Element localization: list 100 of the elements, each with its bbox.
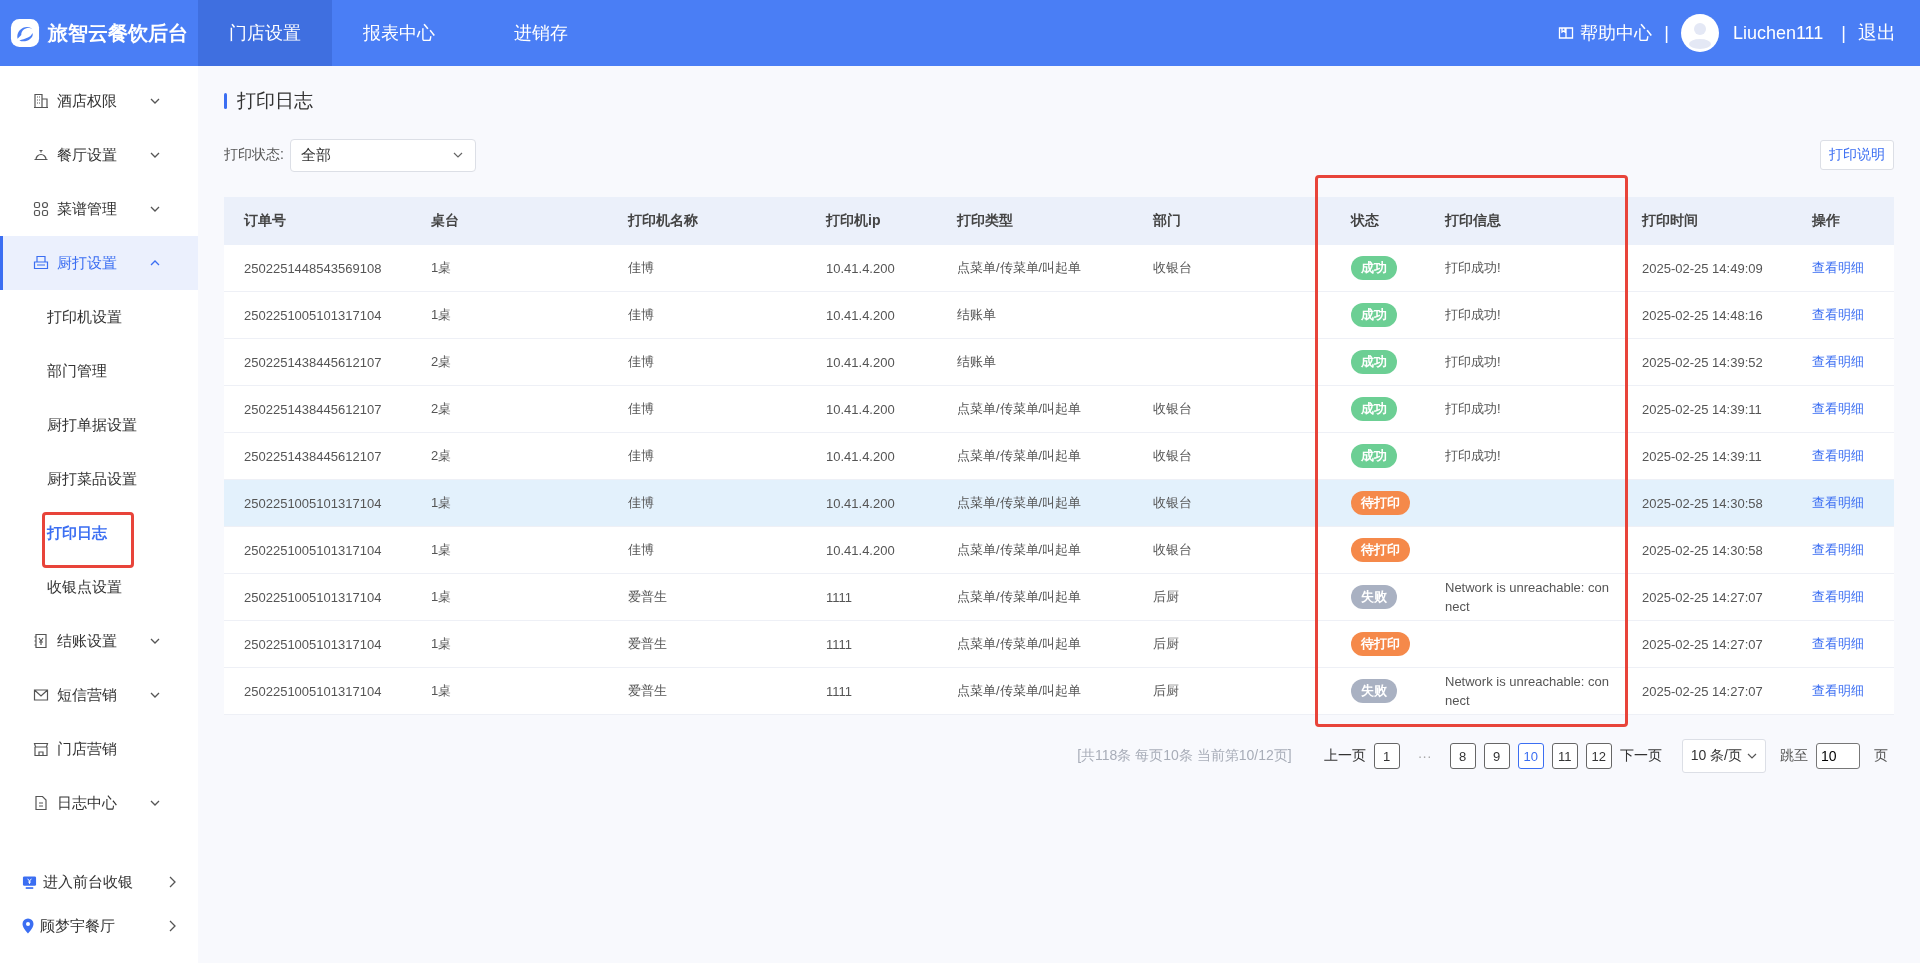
view-details-link[interactable]: 查看明细 (1812, 635, 1864, 653)
status-dropdown[interactable]: 全部 (289, 138, 476, 172)
view-details-link[interactable]: 查看明细 (1812, 447, 1864, 465)
page-button[interactable]: 11 (1551, 743, 1578, 769)
order-number: 2502251438445612107 (244, 354, 382, 370)
sidebar-item[interactable]: 日志中心 (0, 776, 198, 830)
sidebar-item[interactable]: 厨打设置 (0, 236, 198, 290)
printer-ip: 10.41.4.200 (826, 448, 895, 464)
print-message: 打印成功! (1445, 307, 1501, 323)
nav-tab[interactable]: 报表中心 (332, 0, 466, 66)
page-button[interactable]: 1 (1373, 743, 1400, 769)
view-details-link[interactable]: 查看明细 (1812, 588, 1864, 606)
view-details-link[interactable]: 查看明细 (1812, 400, 1864, 418)
department: 后厨 (1153, 636, 1179, 651)
nav-tab[interactable]: 门店设置 (198, 0, 332, 66)
sidebar-item[interactable]: 酒店权限 (0, 74, 198, 128)
separator: | (1664, 22, 1669, 44)
view-details-link[interactable]: 查看明细 (1812, 306, 1864, 324)
printer-name: 佳博 (628, 307, 654, 322)
order-number: 2502251005101317104 (244, 307, 382, 323)
avatar-icon[interactable] (1680, 14, 1719, 52)
chevron-right-icon (169, 920, 176, 932)
chevron-right-icon (169, 876, 176, 888)
page-title: 打印日志 (237, 89, 313, 113)
table-row[interactable]: 2502251005101317104 1桌 佳博 10.41.4.200 点菜单/传菜单/叫起单 收银台 待打印 2025-02-25 14:30:58 查看明细 (224, 480, 1894, 527)
print-time: 2025-02-25 14:49:09 (1642, 260, 1763, 276)
table-row[interactable]: 2502251005101317104 1桌 佳博 10.41.4.200 点菜单/传菜单/叫起单 收银台 待打印 2025-02-25 14:30:58 查看明细 (224, 527, 1894, 574)
bell-icon (33, 147, 49, 163)
printer-ip: 10.41.4.200 (826, 401, 895, 417)
department: 后厨 (1153, 589, 1179, 604)
printer-name: 爱普生 (628, 683, 667, 698)
sidebar-item[interactable]: 门店营销 (0, 722, 198, 776)
pagination-summary: [共118条 每页10条 当前第10/12页] (1077, 747, 1292, 765)
page-button[interactable]: 12 (1585, 743, 1612, 769)
printer-ip: 10.41.4.200 (826, 260, 895, 276)
print-message: Network is unreachable: connect (1445, 579, 1610, 614)
mail-icon (33, 687, 49, 703)
view-details-link[interactable]: 查看明细 (1812, 682, 1864, 700)
table-row[interactable]: 2502251438445612107 2桌 佳博 10.41.4.200 结账单 成功 打印成功! 2025-02-25 14:39:52 查看明细 (224, 339, 1894, 386)
sidebar-item[interactable]: 餐厅设置 (0, 128, 198, 182)
department: 收银台 (1153, 448, 1192, 463)
filter-label: 打印状态: (224, 146, 284, 164)
sidebar-item[interactable]: 结账设置 (0, 614, 198, 668)
sidebar-subitem[interactable]: 厨打单据设置 (0, 415, 137, 435)
table-number: 2桌 (431, 401, 452, 416)
printer-name: 佳博 (628, 260, 654, 275)
table-row[interactable]: 2502251005101317104 1桌 爱普生 1111 点菜单/传菜单/叫起单 后厨 失败 Network is unreachable: connect 2025-02-25 14:27:07 查看明细 (224, 668, 1894, 715)
print-type: 点菜单/传菜单/叫起单 (957, 636, 1082, 651)
previous-page-button[interactable]: 上一页 (1323, 747, 1366, 765)
order-number: 2502251438445612107 (244, 401, 382, 417)
sidebar-subitem[interactable]: 打印机设置 (0, 307, 122, 327)
page-button[interactable]: 10 (1517, 743, 1544, 769)
printer-name: 佳博 (628, 401, 654, 416)
book-icon (1558, 25, 1575, 41)
sidebar-link[interactable]: 顾梦宇餐厅 (0, 904, 198, 948)
table-row[interactable]: 2502251438445612107 2桌 佳博 10.41.4.200 点菜单/传菜单/叫起单 收银台 成功 打印成功! 2025-02-25 14:39:11 查看明细 (224, 386, 1894, 433)
order-number: 2502251448543569108 (244, 260, 382, 276)
column-header: 打印机ip (824, 212, 882, 230)
logout-link[interactable]: 退出 (1858, 20, 1896, 46)
title-accent (224, 93, 227, 109)
view-details-link[interactable]: 查看明细 (1812, 353, 1864, 371)
page-button[interactable]: 9 (1483, 743, 1510, 769)
page-size-dropdown[interactable]: 10 条/页 (1681, 739, 1766, 773)
help-link[interactable]: 帮助中心 (1558, 21, 1653, 45)
print-type: 点菜单/传菜单/叫起单 (957, 401, 1082, 416)
printer-ip: 1111 (826, 589, 853, 605)
view-details-link[interactable]: 查看明细 (1812, 541, 1864, 559)
sidebar-subitem[interactable]: 收银点设置 (0, 577, 122, 597)
order-number: 2502251005101317104 (244, 636, 382, 652)
view-details-link[interactable]: 查看明细 (1812, 259, 1864, 277)
chevron-down-icon (452, 152, 463, 158)
view-details-link[interactable]: 查看明细 (1812, 494, 1864, 512)
next-page-button[interactable]: 下一页 (1619, 747, 1662, 765)
page-jump-field[interactable]: 10 (1816, 743, 1860, 769)
print-message: 打印成功! (1445, 354, 1501, 370)
table-row[interactable]: 2502251005101317104 1桌 佳博 10.41.4.200 结账单 成功 打印成功! 2025-02-25 14:48:16 查看明细 (224, 292, 1894, 339)
print-type: 点菜单/传菜单/叫起单 (957, 542, 1082, 557)
table-row[interactable]: 2502251005101317104 1桌 爱普生 1111 点菜单/传菜单/叫起单 后厨 失败 Network is unreachable: connect 2025-02-25 14:27:07 查看明细 (224, 574, 1894, 621)
order-number: 2502251005101317104 (244, 683, 382, 699)
print-message: 打印成功! (1445, 448, 1501, 464)
status-badge: 失败 (1351, 679, 1397, 703)
printer-name: 佳博 (628, 542, 654, 557)
print-time: 2025-02-25 14:39:52 (1642, 354, 1763, 370)
column-header: 桌台 (430, 212, 460, 230)
sidebar-link[interactable]: 进入前台收银 (0, 860, 198, 904)
document-icon (33, 795, 49, 811)
page-button[interactable]: 8 (1449, 743, 1476, 769)
printer-icon (33, 255, 49, 271)
table-row[interactable]: 2502251005101317104 1桌 爱普生 1111 点菜单/传菜单/叫起单 后厨 待打印 2025-02-25 14:27:07 查看明细 (224, 621, 1894, 668)
printer-ip: 10.41.4.200 (826, 542, 895, 558)
page-unit: 页 (1874, 747, 1888, 765)
sidebar-subitem[interactable]: 部门管理 (0, 361, 107, 381)
print-type: 结账单 (957, 354, 996, 369)
table-row[interactable]: 2502251448543569108 1桌 佳博 10.41.4.200 点菜单/传菜单/叫起单 收银台 成功 打印成功! 2025-02-25 14:49:09 查看明细 (224, 245, 1894, 292)
sidebar-subitem[interactable]: 厨打菜品设置 (0, 469, 137, 489)
nav-tab[interactable]: 进销存 (466, 0, 616, 66)
sidebar-item[interactable]: 短信营销 (0, 668, 198, 722)
print-help-button[interactable]: 打印说明 (1820, 140, 1894, 170)
sidebar-subitem[interactable]: 打印日志 (0, 523, 107, 543)
sidebar-item[interactable]: 菜谱管理 (0, 182, 198, 236)
